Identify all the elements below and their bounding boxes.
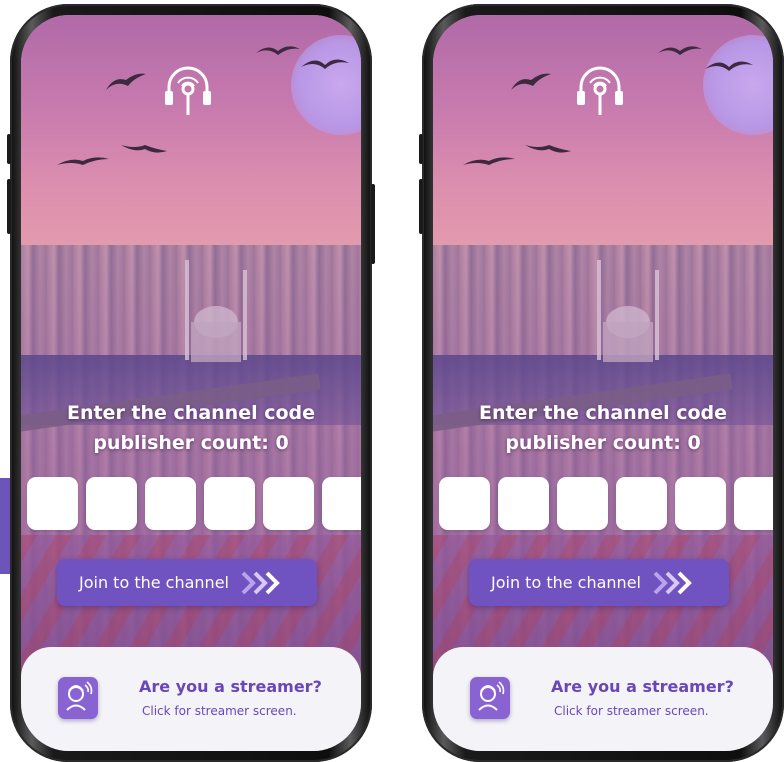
bird-icon bbox=[301, 59, 349, 69]
bird-icon bbox=[121, 145, 167, 153]
phone-side-button bbox=[7, 134, 11, 164]
broadcaster-icon[interactable] bbox=[470, 677, 510, 719]
phone-side-button bbox=[419, 134, 423, 164]
code-digit-input[interactable] bbox=[322, 477, 361, 530]
code-digit-input[interactable] bbox=[27, 477, 78, 530]
bird-icon bbox=[525, 145, 571, 153]
phone-screen: Enter the channel code publisher count: … bbox=[433, 15, 773, 751]
code-digit-input[interactable] bbox=[498, 477, 549, 530]
code-digit-input[interactable] bbox=[675, 477, 726, 530]
phone-side-button bbox=[7, 179, 11, 234]
channel-code-heading: Enter the channel code publisher count: … bbox=[21, 398, 361, 458]
streamer-screen-link[interactable]: Click for streamer screen. bbox=[554, 704, 709, 718]
publisher-count-label: publisher count: 0 bbox=[505, 432, 701, 454]
code-input-row bbox=[439, 477, 773, 530]
bird-icon bbox=[106, 73, 146, 90]
bird-icon bbox=[256, 46, 300, 55]
bird-icon bbox=[463, 157, 515, 165]
join-button-label: Join to the channel bbox=[79, 573, 229, 592]
triple-chevron-right-icon bbox=[653, 571, 692, 594]
phone-side-button bbox=[419, 179, 423, 234]
phone-screen: Enter the channel code publisher count: … bbox=[21, 15, 361, 751]
code-digit-input[interactable] bbox=[557, 477, 608, 530]
join-channel-button[interactable]: Join to the channel bbox=[57, 559, 317, 606]
title-line-1: Enter the channel code bbox=[66, 402, 316, 424]
streamer-card[interactable]: Are you a streamer? Click for streamer s… bbox=[433, 647, 773, 751]
bird-icon bbox=[511, 73, 551, 90]
streamer-question[interactable]: Are you a streamer? bbox=[139, 677, 322, 696]
title-line-1: Enter the channel code bbox=[478, 402, 728, 424]
publisher-count-label: publisher count: 0 bbox=[93, 432, 289, 454]
channel-code-heading: Enter the channel code publisher count: … bbox=[433, 398, 773, 458]
code-digit-input[interactable] bbox=[734, 477, 773, 530]
phone-mockup-left: Enter the channel code publisher count: … bbox=[7, 4, 375, 762]
phone-side-button bbox=[371, 184, 375, 264]
mosque-silhouette bbox=[185, 260, 247, 362]
broadcaster-icon[interactable] bbox=[58, 677, 98, 719]
streamer-question[interactable]: Are you a streamer? bbox=[551, 677, 734, 696]
streamer-card[interactable]: Are you a streamer? Click for streamer s… bbox=[21, 647, 361, 751]
bird-icon bbox=[658, 46, 702, 55]
code-digit-input[interactable] bbox=[86, 477, 137, 530]
code-digit-input[interactable] bbox=[616, 477, 667, 530]
code-digit-input[interactable] bbox=[263, 477, 314, 530]
bird-icon bbox=[705, 61, 753, 71]
phone-mockup-right: Enter the channel code publisher count: … bbox=[419, 4, 784, 762]
triple-chevron-right-icon bbox=[241, 571, 280, 594]
code-input-row bbox=[27, 477, 361, 530]
mosque-silhouette bbox=[597, 260, 659, 362]
streamer-screen-link[interactable]: Click for streamer screen. bbox=[142, 704, 297, 718]
code-digit-input[interactable] bbox=[439, 477, 490, 530]
code-digit-input[interactable] bbox=[145, 477, 196, 530]
headphones-pin-icon bbox=[577, 66, 623, 115]
bird-icon bbox=[57, 157, 109, 165]
join-channel-button[interactable]: Join to the channel bbox=[469, 559, 729, 606]
headphones-pin-icon bbox=[165, 66, 211, 115]
join-button-label: Join to the channel bbox=[491, 573, 641, 592]
code-digit-input[interactable] bbox=[204, 477, 255, 530]
